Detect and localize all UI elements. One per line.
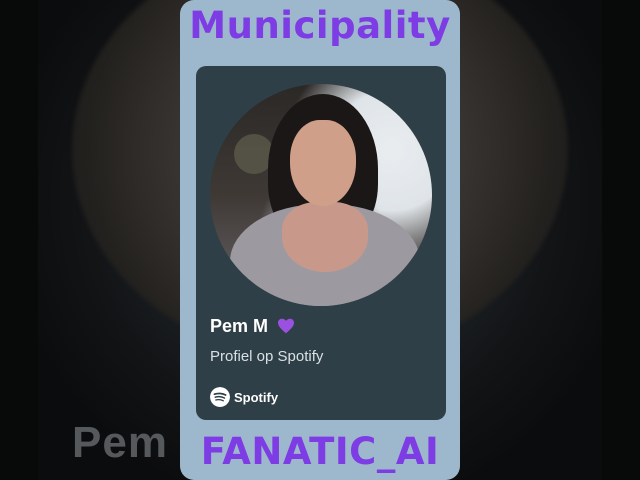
spotify-icon bbox=[210, 387, 230, 407]
page-title: Municipality bbox=[189, 4, 451, 47]
avatar[interactable] bbox=[210, 84, 432, 306]
purple-heart-icon bbox=[278, 318, 295, 334]
right-letterbox bbox=[602, 0, 640, 480]
profile-name[interactable]: Pem M bbox=[210, 316, 295, 337]
background-ghost-text: Pem bbox=[72, 418, 168, 467]
spotify-logo[interactable]: Spotify bbox=[210, 386, 278, 408]
profile-subtitle: Profiel op Spotify bbox=[210, 348, 324, 365]
footer-title: FANATIC_AI bbox=[200, 430, 440, 473]
left-letterbox bbox=[0, 0, 38, 480]
avatar-chest bbox=[282, 202, 368, 272]
profile-name-text: Pem M bbox=[210, 316, 269, 336]
avatar-face bbox=[290, 120, 356, 206]
spotify-wordmark: Spotify bbox=[234, 389, 279, 405]
spotify-profile-card[interactable]: Pem M Profiel op Spotify Spotify bbox=[196, 66, 446, 420]
